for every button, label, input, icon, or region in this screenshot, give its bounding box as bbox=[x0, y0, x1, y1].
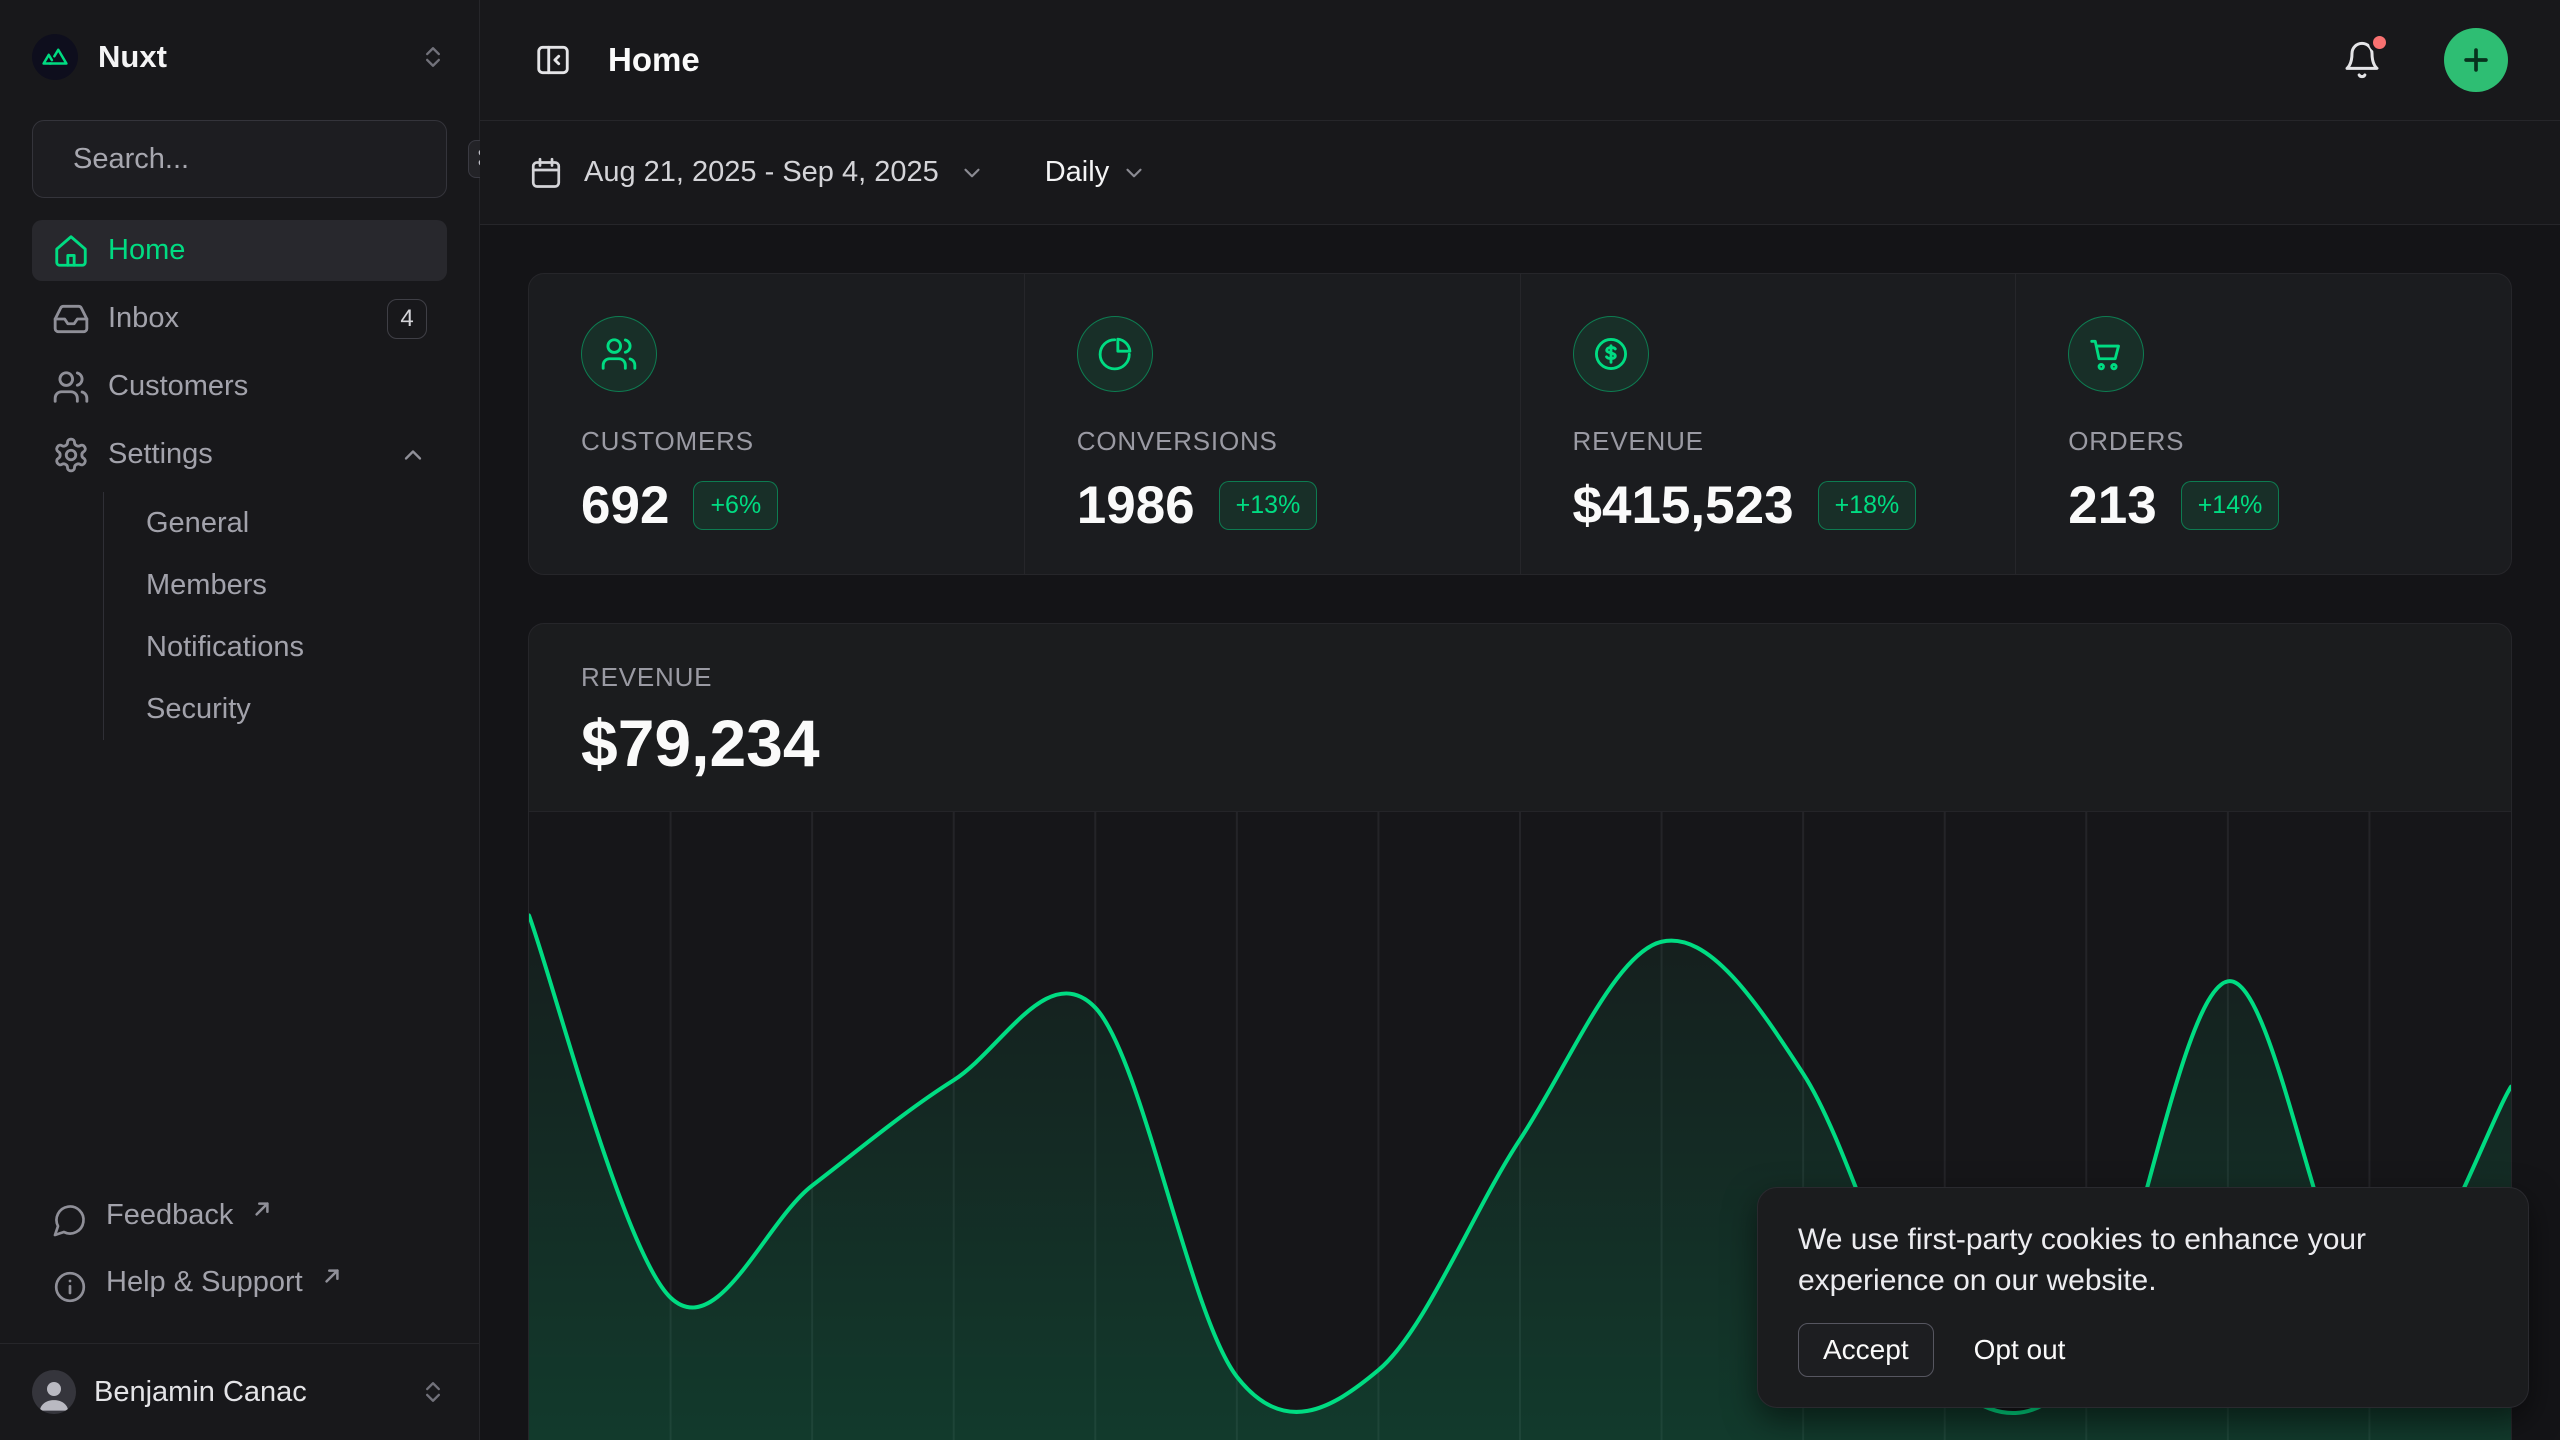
chat-bubble-icon bbox=[52, 1202, 88, 1238]
revenue-chart-value: $79,234 bbox=[581, 705, 2459, 781]
collapse-sidebar-button[interactable] bbox=[528, 35, 578, 85]
stat-delta-badge: +14% bbox=[2181, 481, 2280, 530]
cookie-optout-button[interactable]: Opt out bbox=[1974, 1334, 2066, 1366]
settings-sub-list: General Members Notifications Security bbox=[103, 492, 447, 740]
sidebar-item-customers[interactable]: Customers bbox=[32, 356, 447, 417]
granularity-select[interactable]: Daily bbox=[1045, 156, 1147, 189]
stat-value: 692 bbox=[581, 475, 669, 536]
home-icon bbox=[52, 232, 90, 270]
external-link-icon bbox=[253, 1193, 271, 1226]
search-row: ⌘ K bbox=[0, 106, 479, 220]
chevron-down-icon bbox=[1121, 160, 1147, 186]
sidebar-footer: Feedback Help & Support bbox=[0, 1185, 479, 1329]
stat-delta-badge: +18% bbox=[1818, 481, 1917, 530]
sidebar-nav: Home Inbox 4 Customers Settings bbox=[0, 220, 479, 746]
user-menu[interactable]: Benjamin Canac bbox=[0, 1343, 479, 1440]
search-input[interactable] bbox=[73, 143, 450, 176]
date-range-picker[interactable]: Aug 21, 2025 - Sep 4, 2025 bbox=[528, 155, 985, 191]
stat-label: REVENUE bbox=[1573, 426, 1964, 457]
stat-delta-badge: +6% bbox=[693, 481, 778, 530]
stats-card: CUSTOMERS 692 +6% CONVERSIONS 1986 +13% bbox=[528, 273, 2512, 575]
search-box[interactable]: ⌘ K bbox=[32, 120, 447, 198]
sidebar-item-members[interactable]: Members bbox=[138, 554, 447, 616]
granularity-value: Daily bbox=[1045, 156, 1109, 189]
chevron-updown-icon bbox=[419, 1378, 447, 1406]
feedback-link[interactable]: Feedback bbox=[32, 1185, 447, 1252]
user-name: Benjamin Canac bbox=[94, 1376, 401, 1409]
inbox-count-badge: 4 bbox=[387, 299, 427, 339]
users-icon bbox=[600, 335, 638, 373]
feedback-label: Feedback bbox=[106, 1199, 233, 1232]
sidebar-item-notifications[interactable]: Notifications bbox=[138, 616, 447, 678]
stat-delta-badge: +13% bbox=[1219, 481, 1318, 530]
users-icon bbox=[52, 368, 90, 406]
sidebar-item-inbox[interactable]: Inbox 4 bbox=[32, 288, 447, 349]
chevron-up-icon bbox=[399, 441, 427, 469]
stat-value: $415,523 bbox=[1573, 475, 1794, 536]
chevron-down-icon bbox=[959, 160, 985, 186]
stat-label: CONVERSIONS bbox=[1077, 426, 1468, 457]
page-title: Home bbox=[608, 41, 2306, 79]
stat-value: 213 bbox=[2068, 475, 2156, 536]
stat-customers: CUSTOMERS 692 +6% bbox=[529, 274, 1024, 574]
stat-conversions: CONVERSIONS 1986 +13% bbox=[1024, 274, 1520, 574]
add-button[interactable] bbox=[2444, 28, 2508, 92]
workspace-name: Nuxt bbox=[98, 39, 399, 75]
nuxt-logo-icon bbox=[32, 34, 78, 80]
sidebar-item-home[interactable]: Home bbox=[32, 220, 447, 281]
help-support-label: Help & Support bbox=[106, 1266, 303, 1299]
sidebar-item-security[interactable]: Security bbox=[138, 678, 447, 740]
panel-collapse-icon bbox=[534, 41, 572, 79]
workspace-switcher[interactable]: Nuxt bbox=[0, 0, 479, 106]
stat-label: CUSTOMERS bbox=[581, 426, 972, 457]
pie-chart-icon bbox=[1096, 335, 1134, 373]
sidebar-item-settings[interactable]: Settings bbox=[32, 424, 447, 485]
filters-toolbar: Aug 21, 2025 - Sep 4, 2025 Daily bbox=[480, 121, 2560, 225]
sidebar-item-label: Inbox bbox=[108, 302, 179, 335]
plus-icon bbox=[2459, 43, 2493, 77]
cookie-banner: We use first-party cookies to enhance yo… bbox=[1757, 1187, 2529, 1408]
page-header: Home bbox=[480, 0, 2560, 121]
help-support-link[interactable]: Help & Support bbox=[32, 1252, 447, 1319]
info-circle-icon bbox=[52, 1269, 88, 1305]
stat-revenue: REVENUE $415,523 +18% bbox=[1520, 274, 2016, 574]
avatar bbox=[32, 1370, 76, 1414]
sidebar: Nuxt ⌘ K Home Inbox 4 bbox=[0, 0, 480, 1440]
cookie-message: We use first-party cookies to enhance yo… bbox=[1798, 1220, 2488, 1301]
external-link-icon bbox=[323, 1260, 341, 1293]
date-range-value: Aug 21, 2025 - Sep 4, 2025 bbox=[584, 156, 939, 189]
cookie-accept-button[interactable]: Accept bbox=[1798, 1323, 1934, 1377]
notification-dot bbox=[2369, 32, 2390, 53]
cart-icon bbox=[2087, 335, 2125, 373]
sidebar-item-general[interactable]: General bbox=[138, 492, 447, 554]
sidebar-item-label: Settings bbox=[108, 438, 213, 471]
chevron-updown-icon bbox=[419, 43, 447, 71]
dollar-circle-icon bbox=[1592, 335, 1630, 373]
gear-icon bbox=[52, 436, 90, 474]
inbox-icon bbox=[52, 300, 90, 338]
sidebar-item-label: Home bbox=[108, 234, 185, 267]
revenue-chart-label: REVENUE bbox=[581, 662, 2459, 693]
stat-value: 1986 bbox=[1077, 475, 1195, 536]
sidebar-item-label: Customers bbox=[108, 370, 248, 403]
stat-label: ORDERS bbox=[2068, 426, 2459, 457]
stat-orders: ORDERS 213 +14% bbox=[2015, 274, 2511, 574]
calendar-icon bbox=[528, 155, 564, 191]
